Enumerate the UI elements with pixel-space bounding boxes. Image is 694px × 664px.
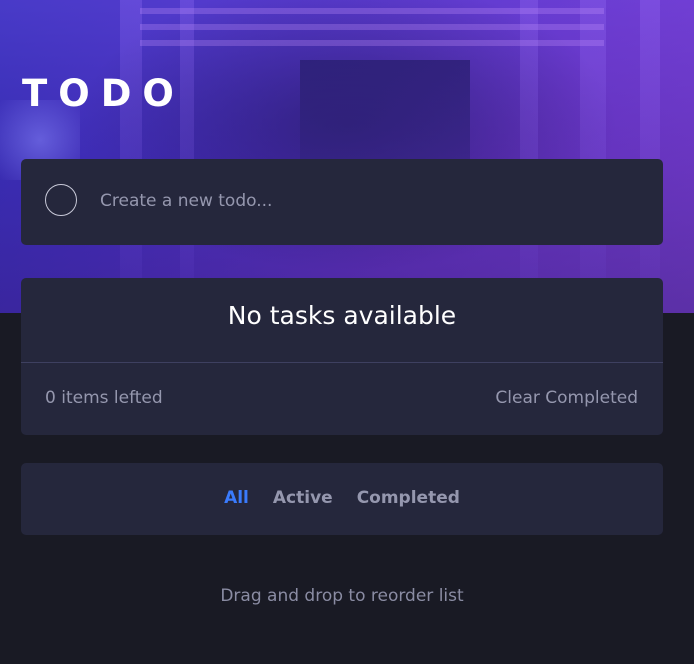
app-title: TODO: [22, 72, 185, 115]
drag-hint: Drag and drop to reorder list: [220, 586, 464, 606]
empty-list-message: No tasks available: [227, 301, 457, 330]
header-pillar: [580, 0, 606, 313]
list-divider: [21, 362, 663, 363]
new-todo-input[interactable]: [100, 186, 640, 216]
new-todo-check-circle[interactable]: [45, 184, 77, 216]
header-pillar: [180, 0, 194, 313]
header-pillar: [120, 0, 142, 313]
header-background-image: [0, 0, 694, 313]
filter-bar: All Active Completed: [21, 486, 663, 510]
filter-active[interactable]: Active: [273, 486, 333, 510]
header-pillar: [520, 0, 538, 313]
header-beam: [140, 8, 604, 14]
clear-completed-button[interactable]: Clear Completed: [495, 386, 638, 410]
filter-all[interactable]: All: [224, 486, 249, 510]
header-beam: [140, 24, 604, 30]
header-pillar: [640, 0, 660, 313]
items-left-count: 0 items lefted: [45, 388, 163, 408]
filter-completed[interactable]: Completed: [357, 486, 460, 510]
header-beam: [140, 40, 604, 46]
